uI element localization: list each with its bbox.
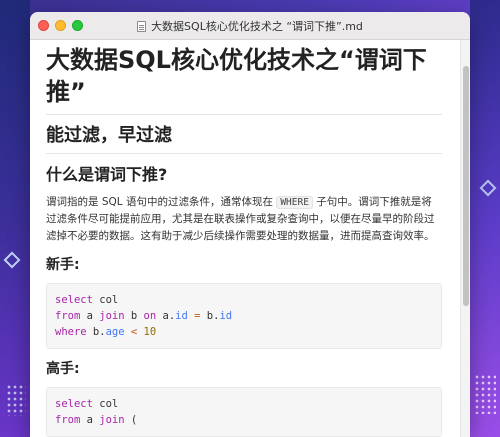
editor-window: 大数据SQL核心优化技术之 “谓词下推”.md 大数据SQL核心优化技术之“谓词… xyxy=(30,12,470,437)
code-keyword: select xyxy=(55,294,93,306)
desktop-background-right xyxy=(470,0,500,437)
desktop-background-left xyxy=(0,0,30,437)
code-text: a xyxy=(80,414,100,426)
inline-code-where: WHERE xyxy=(276,196,313,209)
code-field: id xyxy=(219,310,233,322)
dot-grid-decoration-icon xyxy=(474,374,496,414)
definition-paragraph: 谓词指的是 SQL 语句中的过滤条件，通常体现在 WHERE 子句中。谓词下推就… xyxy=(46,194,442,245)
zoom-window-button[interactable] xyxy=(72,20,83,31)
novice-heading: 新手: xyxy=(46,257,80,273)
code-keyword: join xyxy=(99,310,125,322)
window-controls xyxy=(38,20,83,31)
expert-heading: 高手: xyxy=(46,361,80,377)
subsection-heading: 什么是谓词下推? xyxy=(46,165,168,184)
code-keyword: join xyxy=(99,414,125,426)
code-keyword: from xyxy=(55,310,81,322)
code-text: a. xyxy=(156,310,176,322)
code-keyword: where xyxy=(55,326,87,338)
code-field: age xyxy=(105,326,125,338)
dot-grid-decoration-icon xyxy=(6,384,26,416)
code-text: b. xyxy=(206,310,220,322)
code-text: b xyxy=(124,310,144,322)
code-operator: = xyxy=(187,310,207,322)
markdown-document-icon xyxy=(137,20,147,32)
code-text: col xyxy=(92,398,119,410)
document-content[interactable]: 大数据SQL核心优化技术之“谓词下推” 能过滤，早过滤 什么是谓词下推? 谓词指… xyxy=(30,40,460,437)
scrollbar-thumb[interactable] xyxy=(463,66,469,306)
paragraph-text-start: 谓词指的是 SQL 语句中的过滤条件，通常体现在 xyxy=(46,196,273,208)
code-text: a xyxy=(80,310,100,322)
window-title-group: 大数据SQL核心优化技术之 “谓词下推”.md xyxy=(30,12,470,40)
code-number: 10 xyxy=(143,326,157,338)
expert-code-block[interactable]: select col from a join ( xyxy=(46,387,442,437)
code-operator: < xyxy=(124,326,144,338)
code-field: id xyxy=(175,310,188,322)
code-keyword: select xyxy=(55,398,93,410)
code-text: col xyxy=(92,294,119,306)
vertical-scrollbar[interactable] xyxy=(460,40,470,437)
code-text: ( xyxy=(124,414,138,426)
title-bar[interactable]: 大数据SQL核心优化技术之 “谓词下推”.md xyxy=(30,12,470,40)
novice-code-block[interactable]: select col from a join b on a.id = b.id … xyxy=(46,283,442,349)
code-keyword: on xyxy=(143,310,157,322)
close-window-button[interactable] xyxy=(38,20,49,31)
code-text: b. xyxy=(86,326,106,338)
window-title: 大数据SQL核心优化技术之 “谓词下推”.md xyxy=(151,20,363,33)
code-keyword: from xyxy=(55,414,81,426)
document-title: 大数据SQL核心优化技术之“谓词下推” xyxy=(46,44,442,115)
minimize-window-button[interactable] xyxy=(55,20,66,31)
section-heading: 能过滤，早过滤 xyxy=(46,123,442,154)
